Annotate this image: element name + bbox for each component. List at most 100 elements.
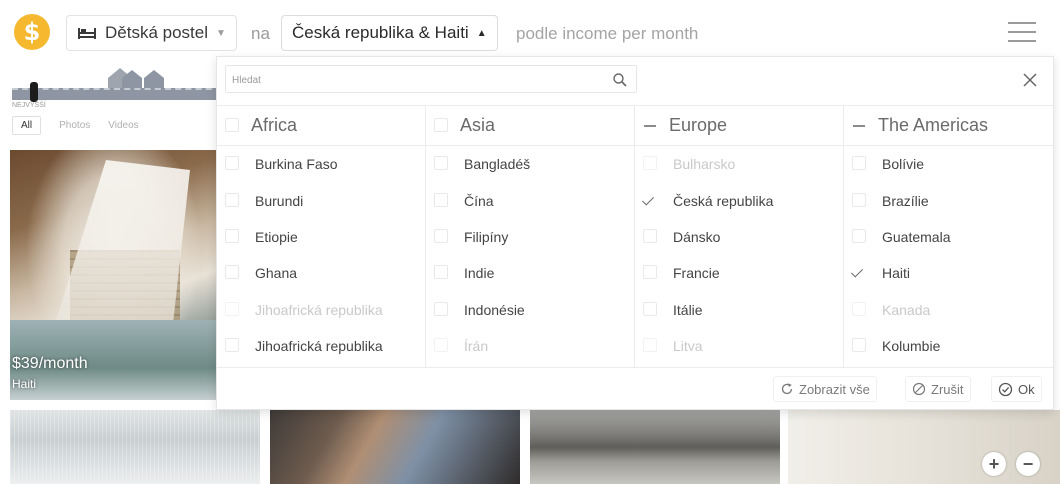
checkbox-icon — [434, 301, 450, 318]
country-option[interactable]: Itálie — [635, 292, 843, 328]
checkbox-icon — [434, 117, 450, 134]
zoom-in-button[interactable]: + — [982, 452, 1006, 476]
country-option: Kanada — [844, 292, 1053, 328]
photo-card[interactable] — [10, 410, 260, 484]
country-label: Čína — [464, 192, 494, 209]
zoom-out-button[interactable]: − — [1016, 452, 1040, 476]
country-option[interactable]: Guatemala — [844, 219, 1053, 255]
country-label: Brazílie — [882, 192, 929, 209]
country-option[interactable]: Čína — [426, 182, 634, 218]
region-title: The Americas — [878, 115, 989, 135]
country-option[interactable]: Ghana — [217, 255, 425, 291]
show-all-label: Zobrazit vše — [799, 381, 870, 397]
region-column: Europe Bulharsko Česká republika Dánsko Fran… — [635, 105, 844, 367]
search-icon[interactable] — [612, 72, 628, 88]
region-header[interactable]: The Americas — [844, 106, 1053, 146]
hamburger-menu-icon[interactable] — [1008, 22, 1036, 44]
dollar-logo-icon[interactable]: $ — [14, 14, 50, 50]
country-label: Indonésie — [464, 301, 525, 318]
thing-select[interactable]: Dětská postel ▼ — [66, 15, 237, 51]
country-option[interactable]: Burundi — [217, 182, 425, 218]
country-option: Litva — [635, 328, 843, 364]
cancel-icon — [912, 382, 926, 396]
country-label: Guatemala — [882, 228, 951, 245]
search-input[interactable] — [232, 70, 602, 90]
checkbox-icon — [852, 228, 868, 245]
country-option[interactable]: Dánsko — [635, 219, 843, 255]
country-label: Dánsko — [673, 228, 721, 245]
country-label: Česká republika & Haiti — [292, 23, 469, 42]
checkbox-icon — [225, 192, 241, 209]
country-label: Etiopie — [255, 228, 298, 245]
checkbox-icon — [852, 301, 868, 318]
country-dropdown: Africa Burkina Faso Burundi Etiopie Ghana Jih… — [216, 56, 1054, 410]
tab-photos[interactable]: Photos — [59, 120, 90, 135]
check-icon — [641, 193, 659, 209]
close-icon[interactable] — [1021, 71, 1039, 89]
country-label: Burundi — [255, 192, 304, 209]
checkbox-icon — [225, 301, 241, 318]
partial-dash-icon — [643, 118, 659, 134]
search-box — [225, 65, 637, 93]
country-option: Bulharsko — [635, 146, 843, 182]
country-option[interactable]: Jihoafrická republika — [217, 328, 425, 364]
income-range-handle[interactable] — [30, 82, 38, 102]
region-columns: Africa Burkina Faso Burundi Etiopie Ghana Jih… — [217, 105, 1053, 367]
show-all-button[interactable]: Zobrazit vše — [773, 376, 877, 402]
checkbox-icon — [434, 265, 450, 281]
region-title: Africa — [251, 115, 298, 135]
checkbox-icon — [434, 228, 450, 245]
region-header[interactable]: Europe — [635, 106, 843, 146]
checkbox-icon — [643, 301, 659, 318]
region-header[interactable]: Africa — [217, 106, 425, 146]
country-option[interactable]: Filipíny — [426, 219, 634, 255]
thing-label: Dětská postel — [105, 23, 208, 42]
income-range-bar[interactable] — [12, 88, 222, 100]
country-label: Jihoafrická republika — [255, 338, 383, 355]
tab-all[interactable]: All — [12, 116, 42, 135]
country-label: Burkina Faso — [255, 156, 338, 173]
country-label: Jihoafrická republika — [255, 301, 383, 318]
country-option: Írán — [426, 328, 634, 364]
checkbox-icon — [225, 156, 241, 172]
checkbox-icon — [852, 156, 868, 172]
checkbox-icon — [643, 156, 659, 172]
country-option[interactable]: Francie — [635, 255, 843, 291]
checkbox-icon — [434, 156, 450, 172]
cancel-label: Zrušit — [931, 381, 964, 397]
country-label: Haiti — [882, 265, 911, 282]
checkbox-icon — [852, 338, 868, 354]
country-option[interactable]: Brazílie — [844, 182, 1053, 218]
cancel-button[interactable]: Zrušit — [905, 376, 971, 402]
country-select[interactable]: Česká republika & Haiti ▲ — [281, 15, 498, 51]
country-label: Itálie — [673, 301, 703, 318]
tab-videos[interactable]: Videos — [108, 120, 138, 135]
country-label: Írán — [464, 338, 489, 355]
country-label: Bulharsko — [673, 156, 736, 173]
country-label: Kanada — [882, 301, 931, 318]
country-option[interactable]: Indie — [426, 255, 634, 291]
country-option[interactable]: Haiti — [844, 255, 1053, 291]
country-option: Jihoafrická republika — [217, 292, 425, 328]
country-option[interactable]: Bolívie — [844, 146, 1053, 182]
checkbox-icon — [225, 228, 241, 245]
country-option[interactable]: Etiopie — [217, 219, 425, 255]
checkbox-icon — [225, 338, 241, 354]
region-title: Asia — [460, 115, 496, 135]
ok-button[interactable]: Ok — [991, 376, 1042, 402]
country-option[interactable]: Bangladéš — [426, 146, 634, 182]
country-label: Ghana — [255, 265, 298, 282]
country-option[interactable]: Kolumbie — [844, 328, 1053, 364]
country-option[interactable]: Česká republika — [635, 182, 843, 218]
partial-dash-icon — [852, 118, 868, 134]
country-option[interactable]: Burkina Faso — [217, 146, 425, 182]
photo-card[interactable] — [530, 410, 780, 484]
ok-label: Ok — [1018, 381, 1035, 397]
region-header[interactable]: Asia — [426, 106, 634, 146]
country-option[interactable]: Indonésie — [426, 292, 634, 328]
income-filter: NEJVYŠŠÍ — [0, 58, 230, 113]
dropdown-footer: Zobrazit vše Zrušit Ok — [217, 367, 1053, 411]
photo-card[interactable] — [270, 410, 520, 484]
region-title: Europe — [669, 115, 728, 135]
sort-label[interactable]: podle income per month — [516, 24, 698, 44]
